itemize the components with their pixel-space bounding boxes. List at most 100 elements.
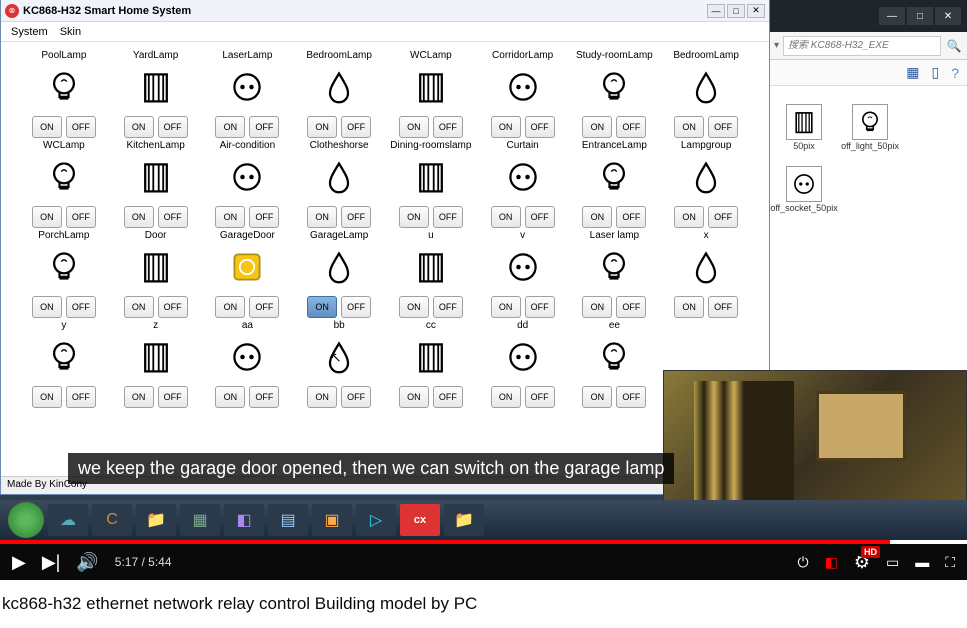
minimize-button[interactable]: — [879,7,905,25]
taskbar-app-icon[interactable]: ▷ [356,504,396,536]
on-button[interactable]: ON [32,386,62,408]
on-button[interactable]: ON [307,386,337,408]
theater-button[interactable]: ▬ [915,554,929,570]
on-button[interactable]: ON [32,206,62,228]
file-item[interactable]: off_socket_50pix [778,166,830,214]
maximize-button[interactable]: □ [727,4,745,18]
on-button[interactable]: ON [582,206,612,228]
on-button[interactable]: ON [582,386,612,408]
on-button[interactable]: ON [307,206,337,228]
off-button[interactable]: OFF [158,386,188,408]
captions-button[interactable]: ◧ [825,554,838,571]
off-button[interactable]: OFF [66,206,96,228]
off-button[interactable]: OFF [341,206,371,228]
off-button[interactable]: OFF [525,386,555,408]
on-button[interactable]: ON [215,296,245,318]
on-button[interactable]: ON [215,116,245,138]
play-button[interactable]: ▶ [12,552,26,573]
off-button[interactable]: OFF [66,296,96,318]
taskbar-app-icon[interactable]: 📁 [136,504,176,536]
taskbar-app-icon[interactable]: 📁 [444,504,484,536]
settings-button[interactable]: ⚙HD [854,552,870,573]
off-button[interactable]: OFF [249,116,279,138]
on-button[interactable]: ON [491,386,521,408]
on-button[interactable]: ON [307,116,337,138]
off-button[interactable]: OFF [708,296,738,318]
miniplayer-button[interactable]: ▭ [886,554,899,571]
autoplay-toggle[interactable]: ⏻ [798,554,809,571]
on-button[interactable]: ON [215,206,245,228]
on-button[interactable]: ON [307,296,337,318]
off-button[interactable]: OFF [433,206,463,228]
off-button[interactable]: OFF [616,206,646,228]
on-button[interactable]: ON [124,206,154,228]
maximize-button[interactable]: □ [907,7,933,25]
on-button[interactable]: ON [582,296,612,318]
taskbar-app-icon[interactable]: ▦ [180,504,220,536]
on-button[interactable]: ON [215,386,245,408]
off-button[interactable]: OFF [158,206,188,228]
taskbar-app-icon[interactable]: C [92,504,132,536]
off-button[interactable]: OFF [66,116,96,138]
off-button[interactable]: OFF [616,386,646,408]
view-icon[interactable]: ▦ [906,64,919,81]
file-item[interactable]: off_light_50pix [844,104,896,152]
fullscreen-button[interactable]: ⛶ [945,554,955,571]
titlebar[interactable]: ⊗ KC868-H32 Smart Home System — □ ✕ [1,0,769,22]
off-button[interactable]: OFF [433,296,463,318]
on-button[interactable]: ON [124,296,154,318]
dropdown-icon[interactable]: ▾ [774,40,779,51]
menu-skin[interactable]: Skin [54,24,87,40]
pane-icon[interactable]: ▯ [931,64,939,81]
on-button[interactable]: ON [491,116,521,138]
on-button[interactable]: ON [491,206,521,228]
taskbar-app-icon[interactable]: ◧ [224,504,264,536]
off-button[interactable]: OFF [249,386,279,408]
off-button[interactable]: OFF [525,296,555,318]
on-button[interactable]: ON [124,116,154,138]
off-button[interactable]: OFF [616,296,646,318]
off-button[interactable]: OFF [525,206,555,228]
off-button[interactable]: OFF [616,116,646,138]
windows-taskbar[interactable]: ☁ C 📁 ▦ ◧ ▤ ▣ ▷ cx 📁 [0,500,967,540]
off-button[interactable]: OFF [66,386,96,408]
close-button[interactable]: ✕ [747,4,765,18]
off-button[interactable]: OFF [341,116,371,138]
on-button[interactable]: ON [399,386,429,408]
off-button[interactable]: OFF [158,116,188,138]
close-button[interactable]: ✕ [935,7,961,25]
volume-button[interactable]: 🔊 [76,552,98,573]
on-button[interactable]: ON [674,116,704,138]
off-button[interactable]: OFF [341,386,371,408]
taskbar-app-icon[interactable]: ▣ [312,504,352,536]
menu-system[interactable]: System [5,24,54,40]
next-button[interactable]: ▶| [42,552,61,573]
on-button[interactable]: ON [124,386,154,408]
off-button[interactable]: OFF [525,116,555,138]
off-button[interactable]: OFF [433,116,463,138]
off-button[interactable]: OFF [433,386,463,408]
off-button[interactable]: OFF [708,206,738,228]
minimize-button[interactable]: — [707,4,725,18]
on-button[interactable]: ON [32,116,62,138]
off-button[interactable]: OFF [249,296,279,318]
search-icon[interactable]: 🔍 [945,37,963,55]
taskbar-app-icon[interactable]: cx [400,504,440,536]
on-button[interactable]: ON [582,116,612,138]
file-item[interactable]: 50pix [778,104,830,152]
on-button[interactable]: ON [399,296,429,318]
on-button[interactable]: ON [674,206,704,228]
on-button[interactable]: ON [32,296,62,318]
on-button[interactable]: ON [399,116,429,138]
off-button[interactable]: OFF [158,296,188,318]
help-icon[interactable]: ? [951,65,959,81]
off-button[interactable]: OFF [341,296,371,318]
on-button[interactable]: ON [399,206,429,228]
taskbar-app-icon[interactable]: ☁ [48,504,88,536]
explorer-search-input[interactable] [783,36,941,56]
off-button[interactable]: OFF [249,206,279,228]
on-button[interactable]: ON [674,296,704,318]
off-button[interactable]: OFF [708,116,738,138]
taskbar-app-icon[interactable]: ▤ [268,504,308,536]
on-button[interactable]: ON [491,296,521,318]
